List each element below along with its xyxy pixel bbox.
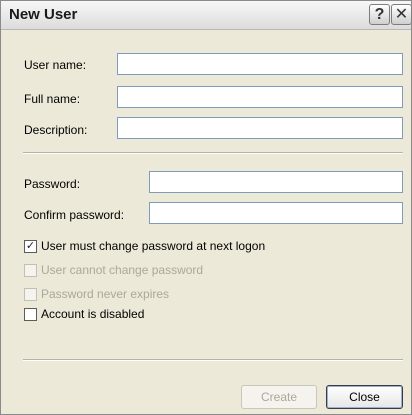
new-user-dialog: New User ? ✕ User name: Full name: Descr… [0,0,412,415]
user-name-label: User name: [24,58,87,72]
close-icon: ✕ [394,6,409,23]
description-input[interactable] [117,117,403,139]
cannot-change-password-label: User cannot change password [41,263,204,277]
account-disabled-label: Account is disabled [41,307,145,321]
separator-bottom [23,359,403,361]
checkbox-password-never-expires[interactable] [24,288,37,301]
password-label: Password: [24,177,81,191]
user-name-input[interactable] [117,53,403,75]
close-window-button[interactable]: ✕ [391,4,412,25]
dialog-title: New User [9,6,78,23]
password-input[interactable] [149,171,403,193]
full-name-label: Full name: [24,92,81,106]
checkbox-must-change-password[interactable]: ✓ [24,240,37,253]
must-change-password-label: User must change password at next logon [41,239,266,253]
password-never-expires-label: Password never expires [41,287,170,301]
separator-top [23,152,403,154]
help-button[interactable]: ? [369,4,390,25]
description-label: Description: [24,123,88,137]
help-icon: ? [374,6,385,23]
confirm-password-input[interactable] [149,202,403,224]
checkbox-account-disabled[interactable] [24,308,37,321]
title-bar[interactable]: New User ? ✕ [1,1,412,30]
checkbox-cannot-change-password[interactable] [24,264,37,277]
full-name-input[interactable] [117,86,403,108]
create-button[interactable]: Create [241,385,317,409]
confirm-password-label: Confirm password: [24,208,125,222]
close-button[interactable]: Close [326,385,403,409]
